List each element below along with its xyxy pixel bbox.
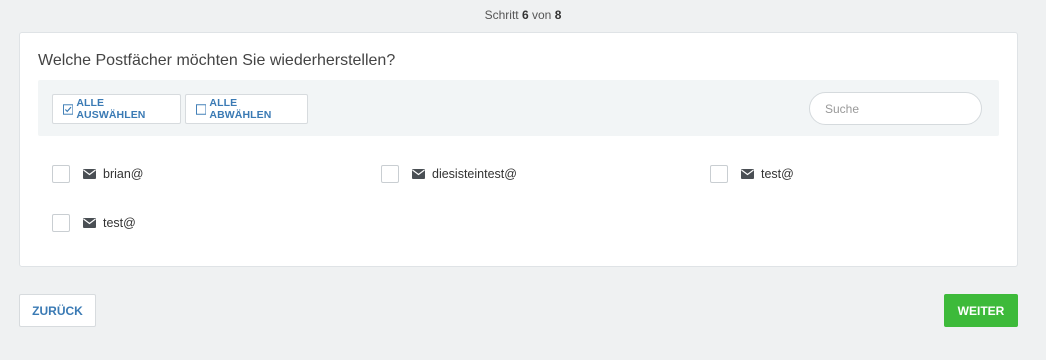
mailbox-name: diesisteintest@ — [432, 167, 517, 181]
select-all-button[interactable]: ALLE AUSWÄHLEN — [52, 94, 181, 124]
envelope-icon — [83, 169, 96, 179]
mailbox-name: test@ — [103, 216, 136, 230]
mailbox-name: test@ — [761, 167, 794, 181]
question-title: Welche Postfächer möchten Sie wiederhers… — [38, 52, 396, 69]
mailbox-checkbox[interactable] — [52, 165, 70, 183]
mailbox-item[interactable]: test@ — [710, 165, 794, 183]
step-separator: von — [532, 8, 552, 22]
select-all-label: ALLE AUSWÄHLEN — [76, 97, 146, 121]
mailbox-checkbox[interactable] — [381, 165, 399, 183]
empty-square-icon — [196, 103, 207, 115]
mailbox-checkbox[interactable] — [52, 214, 70, 232]
next-button[interactable]: WEITER — [944, 294, 1018, 327]
envelope-icon — [741, 169, 754, 179]
selection-toolbar: ALLE AUSWÄHLEN ALLE ABWÄHLEN — [38, 80, 999, 136]
mailbox-item[interactable]: test@ — [52, 214, 136, 232]
mailbox-selection-card: Welche Postfächer möchten Sie wiederhers… — [19, 32, 1018, 267]
envelope-icon — [83, 218, 96, 228]
step-indicator: Schritt 6 von 8 — [0, 8, 1046, 22]
mailbox-checkbox[interactable] — [710, 165, 728, 183]
step-total: 8 — [554, 8, 562, 22]
step-prefix: Schritt — [484, 8, 519, 22]
checked-square-icon — [63, 103, 74, 115]
mailbox-item[interactable]: diesisteintest@ — [381, 165, 517, 183]
step-current: 6 — [521, 8, 529, 22]
mailbox-item[interactable]: brian@ — [52, 165, 144, 183]
deselect-all-button[interactable]: ALLE ABWÄHLEN — [185, 94, 308, 124]
mailbox-name: brian@ — [103, 167, 144, 181]
back-button[interactable]: ZURÜCK — [19, 294, 96, 327]
envelope-icon — [412, 169, 425, 179]
search-input[interactable] — [809, 92, 982, 125]
deselect-all-label: ALLE ABWÄHLEN — [209, 97, 272, 121]
